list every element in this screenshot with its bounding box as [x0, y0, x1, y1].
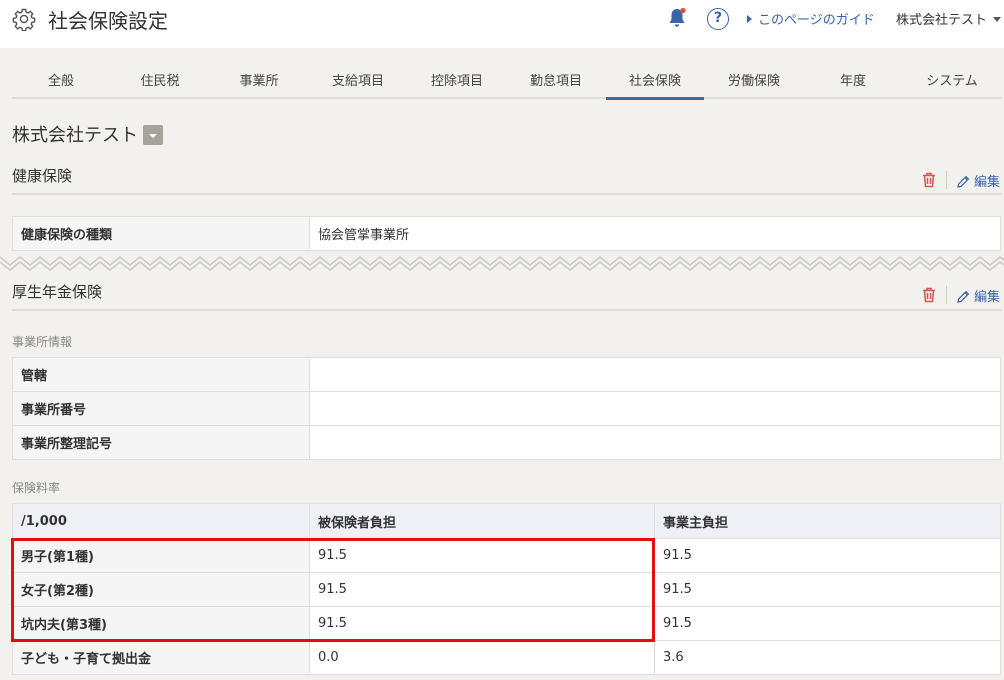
company-menu-label: 株式会社テスト — [896, 13, 988, 28]
row-label: 坑内夫(第3種) — [12, 606, 310, 641]
tab-fiscal-year[interactable]: 年度 — [804, 66, 902, 99]
row-label: 子ども・子育て拠出金 — [12, 640, 310, 675]
column-header: 被保険者負担 — [309, 503, 655, 539]
action-divider — [946, 171, 947, 189]
tab-social-insurance[interactable]: 社会保険 — [606, 66, 704, 100]
trash-icon[interactable] — [922, 287, 936, 303]
insured-rate: 91.5 — [309, 538, 655, 573]
tab-general[interactable]: 全般 — [12, 66, 110, 99]
tab-attendance-items[interactable]: 勤怠項目 — [507, 66, 605, 99]
office-info-table: 管轄 事業所番号 事業所整理記号 — [12, 357, 1001, 460]
health-insurance-title: 健康保険 — [12, 167, 73, 185]
pension-edit-button[interactable]: 編集 — [957, 286, 1000, 305]
employer-rate: 3.6 — [654, 640, 1001, 675]
section-divider — [12, 309, 1002, 311]
tab-deduction-items[interactable]: 控除項目 — [408, 66, 506, 99]
app-header: 社会保険設定 ? このページのガイド 株式会社テスト — [0, 0, 1004, 48]
pencil-icon — [957, 175, 970, 188]
triangle-right-icon — [747, 15, 752, 23]
page-title: 社会保険設定 — [48, 9, 168, 33]
row-value — [309, 391, 1001, 426]
table-row: 健康保険の種類 協会管掌事業所 — [12, 216, 1001, 251]
insured-rate: 0.0 — [309, 640, 655, 675]
page-guide-label: このページのガイド — [758, 13, 875, 28]
rates-heading: 保険料率 — [12, 481, 61, 495]
table-row: 女子(第2種) 91.5 91.5 — [12, 572, 1001, 607]
bell-icon[interactable] — [667, 7, 687, 29]
column-header: /1,000 — [12, 503, 310, 539]
help-icon[interactable]: ? — [707, 8, 729, 30]
row-value — [309, 425, 1001, 460]
table-row: 管轄 — [12, 357, 1001, 392]
row-label: 事業所整理記号 — [12, 425, 310, 460]
rates-table: /1,000 被保険者負担 事業主負担 男子(第1種) 91.5 91.5 女子… — [12, 503, 1001, 675]
health-insurance-edit-button[interactable]: 編集 — [957, 171, 1000, 190]
row-value — [309, 357, 1001, 392]
tab-payment-items[interactable]: 支給項目 — [309, 66, 407, 99]
table-row: 事業所番号 — [12, 391, 1001, 426]
edit-label: 編集 — [974, 175, 1001, 190]
pension-title: 厚生年金保険 — [12, 283, 103, 301]
table-row: 坑内夫(第3種) 91.5 91.5 — [12, 606, 1001, 641]
edit-label: 編集 — [974, 290, 1001, 305]
tab-system[interactable]: システム — [903, 66, 1001, 99]
table-row: 男子(第1種) 91.5 91.5 — [12, 538, 1001, 573]
tab-office[interactable]: 事業所 — [210, 66, 308, 99]
employer-rate: 91.5 — [654, 606, 1001, 641]
trash-icon[interactable] — [922, 172, 936, 188]
insured-rate: 91.5 — [309, 606, 655, 641]
company-name: 株式会社テスト — [12, 125, 138, 146]
column-header: 事業主負担 — [654, 503, 1001, 539]
tab-labor-insurance[interactable]: 労働保険 — [705, 66, 803, 99]
office-info-heading: 事業所情報 — [12, 335, 73, 349]
page-guide-link[interactable]: このページのガイド — [747, 9, 875, 28]
row-value: 協会管掌事業所 — [309, 216, 1001, 251]
settings-tabs: 全般 住民税 事業所 支給項目 控除項目 勤怠項目 社会保険 労働保険 年度 シ… — [12, 66, 1002, 100]
gear-icon — [12, 8, 36, 31]
row-label: 健康保険の種類 — [12, 216, 310, 251]
section-divider — [12, 193, 1002, 195]
action-divider — [946, 286, 947, 304]
employer-rate: 91.5 — [654, 538, 1001, 573]
row-label: 管轄 — [12, 357, 310, 392]
table-header-row: /1,000 被保険者負担 事業主負担 — [12, 503, 1001, 539]
employer-rate: 91.5 — [654, 572, 1001, 607]
insured-rate: 91.5 — [309, 572, 655, 607]
table-row: 子ども・子育て拠出金 0.0 3.6 — [12, 640, 1001, 675]
zigzag-separator — [0, 251, 1004, 273]
row-label: 事業所番号 — [12, 391, 310, 426]
tab-resident-tax[interactable]: 住民税 — [111, 66, 209, 99]
row-label: 女子(第2種) — [12, 572, 310, 607]
row-label: 男子(第1種) — [12, 538, 310, 573]
table-row: 事業所整理記号 — [12, 425, 1001, 460]
pencil-icon — [957, 290, 970, 303]
company-dropdown-button[interactable] — [143, 125, 163, 145]
caret-down-icon — [993, 17, 1002, 22]
health-insurance-table: 健康保険の種類 協会管掌事業所 — [12, 216, 1001, 251]
company-menu[interactable]: 株式会社テスト — [896, 9, 1002, 28]
